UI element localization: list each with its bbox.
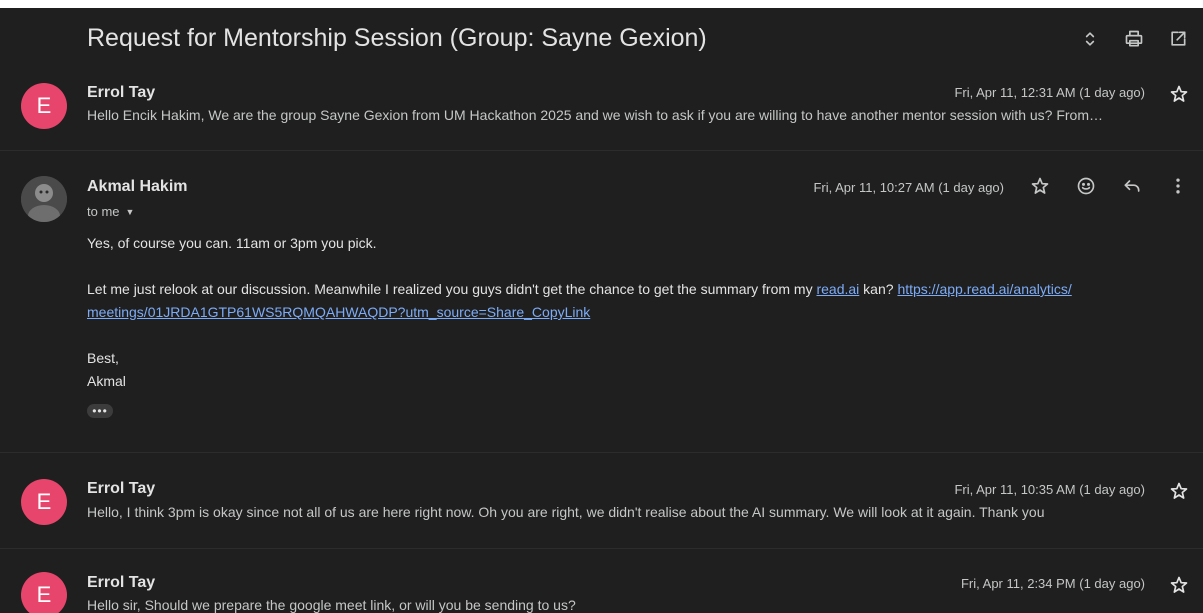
sender-name: Errol Tay xyxy=(87,574,156,591)
star-icon[interactable] xyxy=(1169,84,1189,104)
more-options-icon[interactable] xyxy=(1167,175,1189,197)
show-trimmed-content-button[interactable]: ••• xyxy=(87,404,113,418)
message-actions xyxy=(1029,175,1189,197)
expand-collapse-icon[interactable] xyxy=(1079,28,1101,50)
sender-name: Errol Tay xyxy=(87,84,156,101)
message-date: Fri, Apr 11, 12:31 AM (1 day ago) xyxy=(954,85,1145,100)
avatar[interactable] xyxy=(21,176,67,222)
message-date: Fri, Apr 11, 10:27 AM (1 day ago) xyxy=(813,180,1004,195)
thread-subject: Request for Mentorship Session (Group: S… xyxy=(87,24,707,52)
read-ai-link[interactable]: read.ai xyxy=(816,281,859,297)
star-icon[interactable] xyxy=(1169,481,1189,501)
message-snippet: Hello sir, Should we prepare the google … xyxy=(87,597,576,613)
star-icon[interactable] xyxy=(1169,575,1189,595)
body-line: Yes, of course you can. 11am or 3pm you … xyxy=(87,235,377,251)
thread-toolbar xyxy=(1079,28,1189,50)
sender-avatar: E xyxy=(21,83,67,129)
sender-name: Akmal Hakim xyxy=(87,178,188,195)
body-link-continued: meetings/01JRDA1GTP61WS5RQMQAHWAQDP?utm_… xyxy=(87,304,590,320)
star-icon[interactable] xyxy=(1029,175,1051,197)
message-date: Fri, Apr 11, 2:34 PM (1 day ago) xyxy=(960,576,1145,591)
signature: Akmal xyxy=(87,373,126,389)
recipient-details[interactable]: to me ▼ xyxy=(87,204,134,219)
sender-avatar: E xyxy=(21,572,67,613)
print-icon[interactable] xyxy=(1123,28,1145,50)
divider xyxy=(0,452,1203,453)
meeting-url-link[interactable]: https://app.read.ai/analytics/ xyxy=(897,281,1071,297)
reply-icon[interactable] xyxy=(1121,175,1143,197)
divider xyxy=(0,548,1203,549)
email-thread-view: Request for Mentorship Session (Group: S… xyxy=(0,0,1203,613)
open-new-window-icon[interactable] xyxy=(1167,28,1189,50)
recipient-label: to me xyxy=(87,204,120,219)
body-text: Let me just relook at our discussion. Me… xyxy=(87,281,817,297)
emoji-react-icon[interactable] xyxy=(1075,175,1097,197)
message-snippet: Hello Encik Hakim, We are the group Sayn… xyxy=(87,107,1103,123)
chevron-down-icon: ▼ xyxy=(125,206,135,217)
sender-avatar: E xyxy=(21,479,67,525)
message-date: Fri, Apr 11, 10:35 AM (1 day ago) xyxy=(954,482,1145,497)
sign-off: Best, xyxy=(87,350,119,366)
body-text: kan? xyxy=(859,281,898,297)
sender-name: Errol Tay xyxy=(87,480,156,497)
divider xyxy=(0,150,1203,151)
top-strip xyxy=(0,0,1203,8)
body-paragraph: Let me just relook at our discussion. Me… xyxy=(87,281,1072,297)
message-snippet: Hello, I think 3pm is okay since not all… xyxy=(87,504,1045,520)
meeting-url-link[interactable]: meetings/01JRDA1GTP61WS5RQMQAHWAQDP?utm_… xyxy=(87,304,590,320)
